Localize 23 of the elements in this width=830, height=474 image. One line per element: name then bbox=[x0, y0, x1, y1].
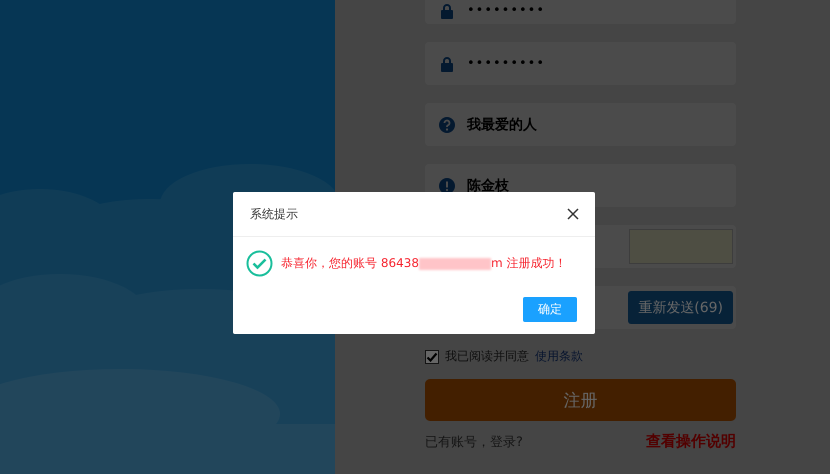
agree-checkbox[interactable] bbox=[425, 350, 439, 364]
agree-label: 我已阅读并同意 bbox=[445, 348, 529, 365]
lock-icon bbox=[439, 56, 455, 72]
help-link[interactable]: 查看操作说明 bbox=[646, 432, 736, 451]
password-value: ••••••••• bbox=[467, 56, 546, 71]
check-circle-icon bbox=[246, 250, 273, 277]
redacted-block bbox=[419, 258, 491, 270]
resend-button[interactable]: 重新发送(69) bbox=[628, 291, 733, 324]
terms-link[interactable]: 使用条款 bbox=[535, 348, 583, 365]
lock-icon bbox=[439, 2, 455, 18]
ok-button[interactable]: 确定 bbox=[523, 297, 577, 322]
message-start: 恭喜你，您的账号 86438 bbox=[281, 255, 419, 272]
question-icon bbox=[439, 116, 455, 132]
close-icon[interactable] bbox=[567, 208, 579, 220]
dialog-title: 系统提示 bbox=[250, 206, 298, 222]
answer-value: 陈金枝 bbox=[467, 176, 509, 194]
question-value: 我最爱的人 bbox=[467, 116, 537, 134]
message-end: m 注册成功！ bbox=[491, 255, 567, 272]
password-field[interactable]: ••••••••• bbox=[425, 42, 736, 85]
question-field[interactable]: 我最爱的人 bbox=[425, 103, 736, 146]
password-value: ••••••••• bbox=[467, 3, 546, 18]
password-field[interactable]: ••••••••• bbox=[425, 0, 736, 24]
register-button[interactable]: 注册 bbox=[425, 379, 736, 421]
